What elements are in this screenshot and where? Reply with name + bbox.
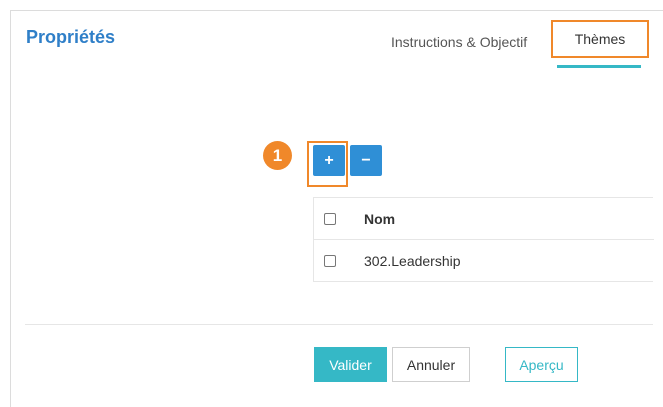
add-theme-button[interactable]: + (313, 145, 345, 176)
footer-divider (25, 324, 653, 325)
column-header-nom: Nom (364, 210, 396, 227)
remove-theme-button[interactable]: − (350, 145, 382, 176)
annuler-button[interactable]: Annuler (392, 347, 470, 382)
table-row[interactable]: 302.Leadership (314, 240, 654, 282)
tab-themes[interactable]: Thèmes (551, 20, 649, 58)
tab-instructions-objectif[interactable]: Instructions & Objectif (391, 34, 527, 50)
step-number-badge: 1 (263, 141, 292, 170)
page-title: Propriétés (26, 27, 116, 47)
apercu-button[interactable]: Aperçu (505, 347, 578, 382)
row-checkbox[interactable] (324, 255, 336, 267)
active-tab-indicator (557, 65, 641, 68)
tab-themes-label: Thèmes (574, 31, 626, 47)
select-all-checkbox[interactable] (324, 212, 336, 225)
themes-table: Nom 302.Leadership (313, 197, 654, 282)
theme-name-cell: 302.Leadership (364, 253, 461, 269)
table-header-row: Nom (314, 198, 654, 240)
valider-button[interactable]: Valider (314, 347, 387, 382)
